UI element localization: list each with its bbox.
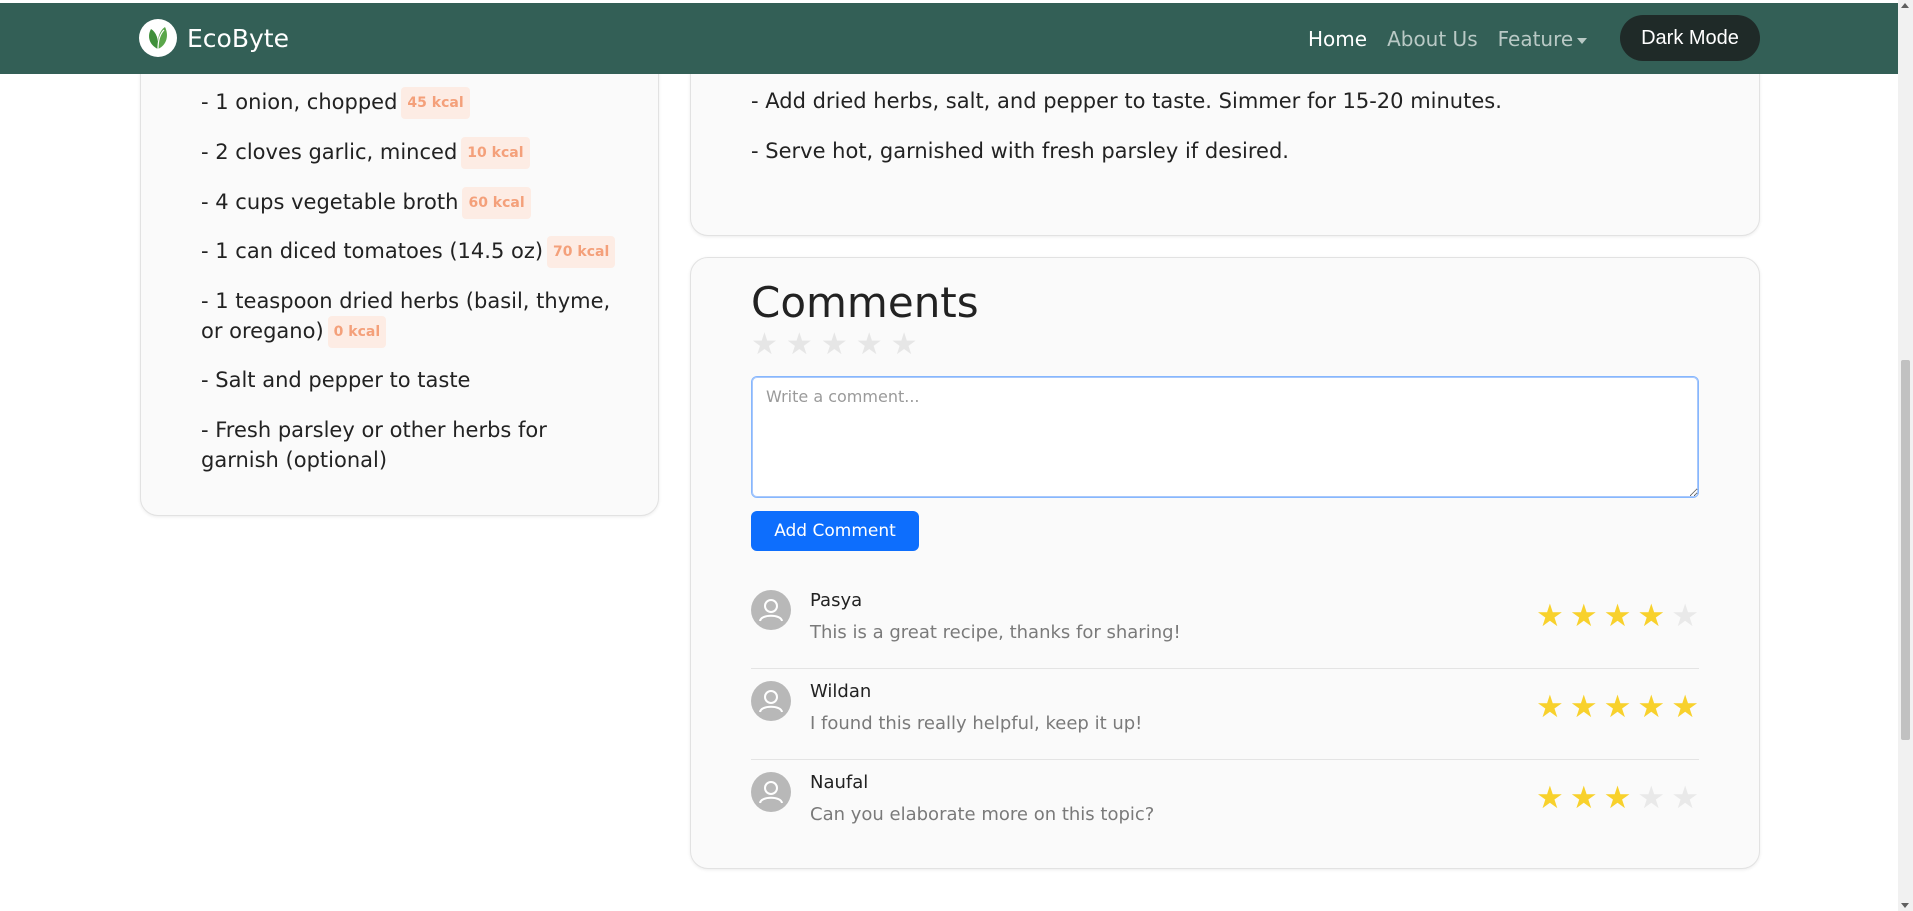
page: - 1 onion, chopped 45 kcal - 2 cloves gar… xyxy=(0,0,1913,911)
star-icon: ★ xyxy=(1637,780,1666,816)
star-icon: ★ xyxy=(1536,598,1564,634)
rating-input[interactable]: ★ ★ ★ ★ ★ xyxy=(751,330,918,360)
comment-text: I found this really helpful, keep it up! xyxy=(810,713,1143,734)
star-icon: ★ xyxy=(1603,780,1632,816)
nav-home-link[interactable]: Home xyxy=(1308,27,1367,51)
star-icon: ★ xyxy=(1603,689,1632,725)
avatar xyxy=(751,772,791,812)
star-icon[interactable]: ★ xyxy=(856,330,883,360)
ingredients-card: - 1 onion, chopped 45 kcal - 2 cloves gar… xyxy=(140,40,659,516)
navbar: EcoByte Home About Us Feature Dark Mode xyxy=(0,3,1898,74)
scroll-thumb[interactable] xyxy=(1901,360,1910,740)
star-icon[interactable]: ★ xyxy=(786,330,813,360)
scroll-up-icon[interactable] xyxy=(1901,3,1909,8)
kcal-badge: 45 kcal xyxy=(401,87,470,119)
comment-text: Can you elaborate more on this topic? xyxy=(810,804,1155,825)
scrollbar[interactable] xyxy=(1898,0,1913,911)
comment-author: Wildan xyxy=(810,681,872,702)
star-icon: ★ xyxy=(1671,780,1699,816)
kcal-badge: 60 kcal xyxy=(462,187,531,219)
chevron-down-icon xyxy=(1577,37,1588,44)
star-icon: ★ xyxy=(1671,689,1699,725)
ingredient-item: - Fresh parsley or other herbs for garnis… xyxy=(201,418,547,472)
comment-rating: ★ ★ ★ ★ ★ xyxy=(1536,601,1699,632)
scroll-down-icon[interactable] xyxy=(1901,903,1909,908)
ingredient-item: - 1 onion, chopped 45 kcal xyxy=(201,87,470,119)
star-icon: ★ xyxy=(1671,598,1699,634)
instruction-step: - Add dried herbs, salt, and pepper to t… xyxy=(751,89,1502,113)
instruction-step: - Serve hot, garnished with fresh parsle… xyxy=(751,139,1289,163)
avatar xyxy=(751,681,791,721)
comment-item: Pasya This is a great recipe, thanks for… xyxy=(751,578,1699,669)
star-icon[interactable]: ★ xyxy=(891,330,918,360)
star-icon: ★ xyxy=(1637,689,1666,725)
ingredient-item: - 4 cups vegetable broth 60 kcal xyxy=(201,187,531,219)
ingredient-item: - 1 teaspoon dried herbs (basil, thyme, o… xyxy=(201,286,610,348)
dark-mode-button[interactable]: Dark Mode xyxy=(1620,15,1760,61)
comment-item: Naufal Can you elaborate more on this to… xyxy=(751,760,1699,851)
comment-text: This is a great recipe, thanks for shari… xyxy=(810,622,1181,643)
comment-rating: ★ ★ ★ ★ ★ xyxy=(1536,692,1699,723)
leaf-logo-icon xyxy=(139,19,177,57)
avatar xyxy=(751,590,791,630)
star-icon: ★ xyxy=(1569,689,1598,725)
star-icon: ★ xyxy=(1536,689,1564,725)
comment-rating: ★ ★ ★ ★ ★ xyxy=(1536,783,1699,814)
nav-feature-label: Feature xyxy=(1497,27,1574,51)
nav-about-link[interactable]: About Us xyxy=(1387,27,1478,51)
comment-input[interactable] xyxy=(751,376,1699,498)
nav-feature-dropdown[interactable]: Feature xyxy=(1498,27,1588,51)
star-icon[interactable]: ★ xyxy=(751,330,778,360)
add-comment-button[interactable]: Add Comment xyxy=(751,511,919,551)
brand[interactable]: EcoByte xyxy=(139,19,289,57)
star-icon[interactable]: ★ xyxy=(821,330,848,360)
star-icon: ★ xyxy=(1603,598,1632,634)
comments-title: Comments xyxy=(751,278,979,327)
kcal-badge: 0 kcal xyxy=(327,316,387,348)
nav-links: Home About Us Feature xyxy=(1308,27,1588,51)
ingredient-item: - Salt and pepper to taste xyxy=(201,368,471,392)
ingredient-item: - 1 can diced tomatoes (14.5 oz) 70 kcal xyxy=(201,236,616,268)
star-icon: ★ xyxy=(1569,598,1598,634)
star-icon: ★ xyxy=(1536,780,1564,816)
comments-card: Comments ★ ★ ★ ★ ★ Add Comment Pasya Thi… xyxy=(690,257,1760,869)
ingredient-item: - 2 cloves garlic, minced 10 kcal xyxy=(201,137,530,169)
kcal-badge: 70 kcal xyxy=(547,236,616,268)
comment-author: Naufal xyxy=(810,772,869,793)
kcal-badge: 10 kcal xyxy=(461,137,530,169)
brand-name: EcoByte xyxy=(187,23,289,53)
star-icon: ★ xyxy=(1637,598,1666,634)
star-icon: ★ xyxy=(1569,780,1598,816)
comment-item: Wildan I found this really helpful, keep… xyxy=(751,669,1699,760)
comment-author: Pasya xyxy=(810,590,863,611)
